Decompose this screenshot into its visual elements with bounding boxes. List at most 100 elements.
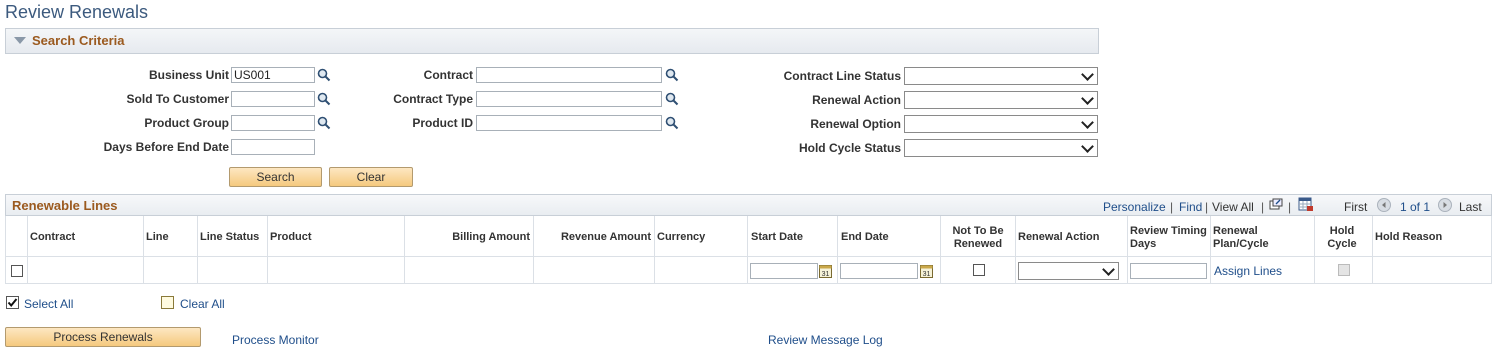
business-unit-lookup-icon[interactable]: [317, 68, 331, 82]
nav-separator: |: [1261, 200, 1265, 214]
days-before-end-date-input[interactable]: [231, 139, 315, 155]
grid-col-sep: [1210, 216, 1211, 284]
start-date-input[interactable]: [750, 263, 818, 279]
renewal-action-select[interactable]: [904, 91, 1098, 109]
product-id-input[interactable]: [476, 115, 662, 131]
renewal-option-label: Renewal Option: [810, 117, 901, 131]
col-billing-amount[interactable]: Billing Amount: [406, 231, 530, 244]
contract-line-status-select[interactable]: [904, 67, 1098, 85]
clear-all-link[interactable]: Clear All: [180, 297, 225, 311]
page-count: 1 of 1: [1400, 200, 1431, 214]
contract-lookup-icon[interactable]: [665, 68, 679, 82]
nav-separator: |: [1288, 200, 1292, 214]
col-not-to-be-renewed[interactable]: Not To Be Renewed: [946, 225, 1010, 251]
grid-col-sep: [27, 216, 28, 284]
col-renewal-plan-cycle[interactable]: Renewal Plan/Cycle: [1213, 225, 1283, 251]
contract-label: Contract: [423, 68, 473, 82]
search-criteria-title: Search Criteria: [32, 33, 125, 48]
chevron-down-icon: [1081, 116, 1094, 129]
svg-text:31: 31: [822, 271, 830, 278]
sold-to-customer-label: Sold To Customer: [126, 92, 229, 106]
download-spreadsheet-icon[interactable]: [1298, 197, 1314, 212]
hold-cycle-status-label: Hold Cycle Status: [798, 141, 901, 155]
grid-col-sep: [143, 216, 144, 284]
grid-col-sep: [654, 216, 655, 284]
row-select-checkbox[interactable]: [11, 265, 23, 277]
grid-col-sep: [404, 216, 405, 284]
grid-col-sep: [940, 216, 941, 284]
page-title: Review Renewals: [5, 2, 149, 22]
grid-col-sep: [197, 216, 198, 284]
product-group-lookup-icon[interactable]: [317, 116, 331, 130]
last-label[interactable]: Last: [1459, 200, 1482, 214]
days-before-end-date-label: Days Before End Date: [103, 140, 229, 154]
select-all-link[interactable]: Select All: [24, 297, 73, 311]
business-unit-input[interactable]: [231, 67, 315, 83]
grid-col-sep: [533, 216, 534, 284]
col-end-date[interactable]: End Date: [841, 231, 889, 244]
renewal-action-label: Renewal Action: [812, 93, 901, 107]
product-group-label: Product Group: [144, 116, 229, 130]
sold-to-customer-input[interactable]: [231, 91, 315, 107]
assign-lines-link[interactable]: Assign Lines: [1214, 264, 1282, 278]
grid-col-sep: [747, 216, 748, 284]
end-date-calendar-icon[interactable]: 31: [920, 264, 933, 278]
review-message-log-link[interactable]: Review Message Log: [768, 333, 883, 347]
start-date-calendar-icon[interactable]: 31: [819, 264, 832, 278]
col-revenue-amount[interactable]: Revenue Amount: [535, 231, 651, 244]
col-product[interactable]: Product: [270, 231, 312, 244]
col-line[interactable]: Line: [146, 231, 169, 244]
process-monitor-link[interactable]: Process Monitor: [232, 333, 319, 347]
contract-type-input[interactable]: [476, 91, 662, 107]
renewable-lines-title: Renewable Lines: [12, 198, 118, 213]
grid-col-sep: [267, 216, 268, 284]
search-criteria-header[interactable]: Search Criteria: [5, 28, 1099, 54]
svg-text:31: 31: [923, 271, 931, 278]
col-review-timing-days[interactable]: Review Timing Days: [1130, 225, 1210, 251]
product-id-label: Product ID: [412, 116, 473, 130]
hold-cycle-status-select[interactable]: [904, 139, 1098, 157]
grid-col-sep: [1015, 216, 1016, 284]
not-to-be-renewed-checkbox[interactable]: [973, 264, 985, 276]
clear-all-icon[interactable]: [161, 296, 174, 309]
chevron-down-icon: [1081, 92, 1094, 105]
grid-col-sep: [837, 216, 838, 284]
next-arrow-icon[interactable]: [1438, 198, 1452, 212]
select-all-checked-icon[interactable]: [6, 296, 19, 309]
view-all-link[interactable]: View All: [1212, 200, 1254, 214]
clear-button[interactable]: Clear: [329, 167, 413, 187]
personalize-link[interactable]: Personalize: [1103, 200, 1166, 214]
review-timing-days-input[interactable]: [1130, 263, 1207, 279]
product-group-input[interactable]: [231, 115, 315, 131]
renewal-option-select[interactable]: [904, 115, 1098, 133]
new-window-icon[interactable]: [1269, 198, 1283, 211]
col-currency[interactable]: Currency: [657, 231, 705, 244]
end-date-input[interactable]: [840, 263, 918, 279]
business-unit-label: Business Unit: [148, 68, 229, 82]
contract-line-status-label: Contract Line Status: [783, 69, 901, 83]
row-renewal-action-select[interactable]: [1018, 262, 1119, 280]
chevron-down-icon: [1081, 68, 1094, 81]
col-renewal-action[interactable]: Renewal Action: [1018, 231, 1100, 244]
sold-to-customer-lookup-icon[interactable]: [317, 92, 331, 106]
col-contract[interactable]: Contract: [30, 231, 75, 244]
nav-separator: |: [1205, 200, 1209, 214]
product-id-lookup-icon[interactable]: [665, 116, 679, 130]
grid-col-sep: [1372, 216, 1373, 284]
find-link[interactable]: Find: [1179, 200, 1202, 214]
hold-cycle-checkbox: [1338, 264, 1350, 276]
process-renewals-button[interactable]: Process Renewals: [5, 327, 201, 347]
col-hold-cycle[interactable]: Hold Cycle: [1322, 225, 1362, 251]
col-line-status[interactable]: Line Status: [200, 231, 259, 244]
search-button[interactable]: Search: [229, 167, 322, 187]
first-label[interactable]: First: [1344, 200, 1367, 214]
contract-type-lookup-icon[interactable]: [665, 92, 679, 106]
chevron-down-icon: [1102, 263, 1115, 276]
collapse-triangle-icon[interactable]: [14, 37, 26, 44]
previous-arrow-icon[interactable]: [1377, 198, 1391, 212]
col-start-date[interactable]: Start Date: [751, 231, 803, 244]
col-hold-reason[interactable]: Hold Reason: [1375, 231, 1442, 244]
nav-separator: |: [1170, 200, 1174, 214]
contract-input[interactable]: [476, 67, 662, 83]
grid-col-sep: [1314, 216, 1315, 284]
